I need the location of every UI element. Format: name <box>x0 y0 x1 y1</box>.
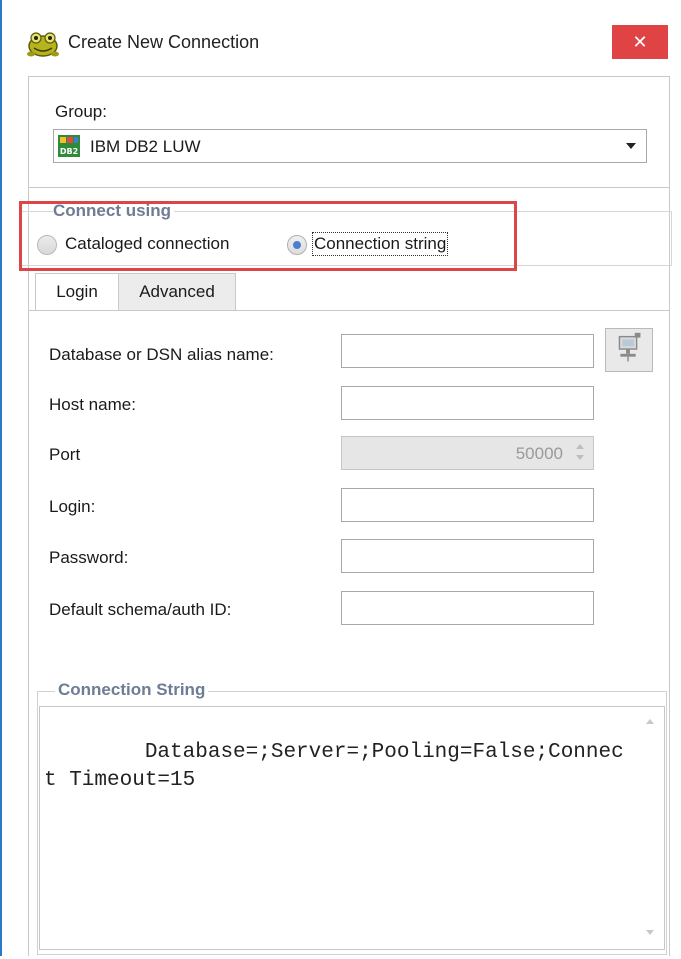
db2-icon-label: DB2 <box>60 147 78 156</box>
group-label: Group: <box>55 102 107 121</box>
db2-icon: DB2 <box>58 135 80 157</box>
connection-string-legend: Connection String <box>55 680 209 700</box>
database-alias-input[interactable] <box>341 334 594 368</box>
login-input[interactable] <box>341 488 594 522</box>
toad-frog-icon <box>27 32 59 57</box>
default-schema-label: Default schema/auth ID: <box>49 600 232 619</box>
host-name-input[interactable] <box>341 386 594 420</box>
spin-down-icon[interactable] <box>576 455 584 460</box>
port-label: Port <box>49 445 81 464</box>
tab-strip: Login Advanced <box>29 273 669 311</box>
group-panel: Group: DB2 IBM DB2 LUW <box>29 77 669 188</box>
password-label: Password: <box>49 548 129 567</box>
browse-dsn-button[interactable] <box>605 328 653 372</box>
scroll-down-icon[interactable] <box>646 930 654 935</box>
database-alias-label: Database or DSN alias name: <box>49 345 274 364</box>
create-connection-dialog: Create New Connection ✕ Group: DB2 IBM D… <box>0 0 681 956</box>
group-dropdown[interactable]: DB2 IBM DB2 LUW <box>53 129 647 163</box>
tab-login[interactable]: Login <box>35 273 119 311</box>
highlight-annotation-frame <box>19 201 517 271</box>
port-input[interactable]: 50000 <box>341 436 594 470</box>
password-input[interactable] <box>341 539 594 573</box>
close-icon: ✕ <box>632 31 648 52</box>
connection-string-value: Database=;Server=;Pooling=False;Connect … <box>44 741 624 792</box>
scroll-up-icon[interactable] <box>646 719 654 724</box>
group-value: IBM DB2 LUW <box>90 137 201 156</box>
login-label: Login: <box>49 497 96 516</box>
computer-network-icon <box>618 332 641 362</box>
window-title: Create New Connection <box>68 32 260 52</box>
tab-advanced[interactable]: Advanced <box>118 273 236 311</box>
tab-advanced-label: Advanced <box>139 282 215 301</box>
login-tab-panel: Database or DSN alias name: Host name: P… <box>29 310 669 959</box>
spin-up-icon[interactable] <box>576 444 584 449</box>
default-schema-input[interactable] <box>341 591 594 625</box>
title-bar[interactable]: Create New Connection ✕ <box>2 0 681 76</box>
close-button[interactable]: ✕ <box>612 25 668 59</box>
connection-string-textarea[interactable]: Database=;Server=;Pooling=False;Connect … <box>39 706 665 950</box>
tab-login-label: Login <box>56 282 98 301</box>
chevron-down-icon[interactable] <box>626 143 636 149</box>
dialog-content: Group: DB2 IBM DB2 LUW Connect using Cat… <box>19 76 672 959</box>
port-value: 50000 <box>515 444 563 463</box>
host-name-label: Host name: <box>49 395 136 414</box>
port-spinner[interactable] <box>575 442 587 464</box>
